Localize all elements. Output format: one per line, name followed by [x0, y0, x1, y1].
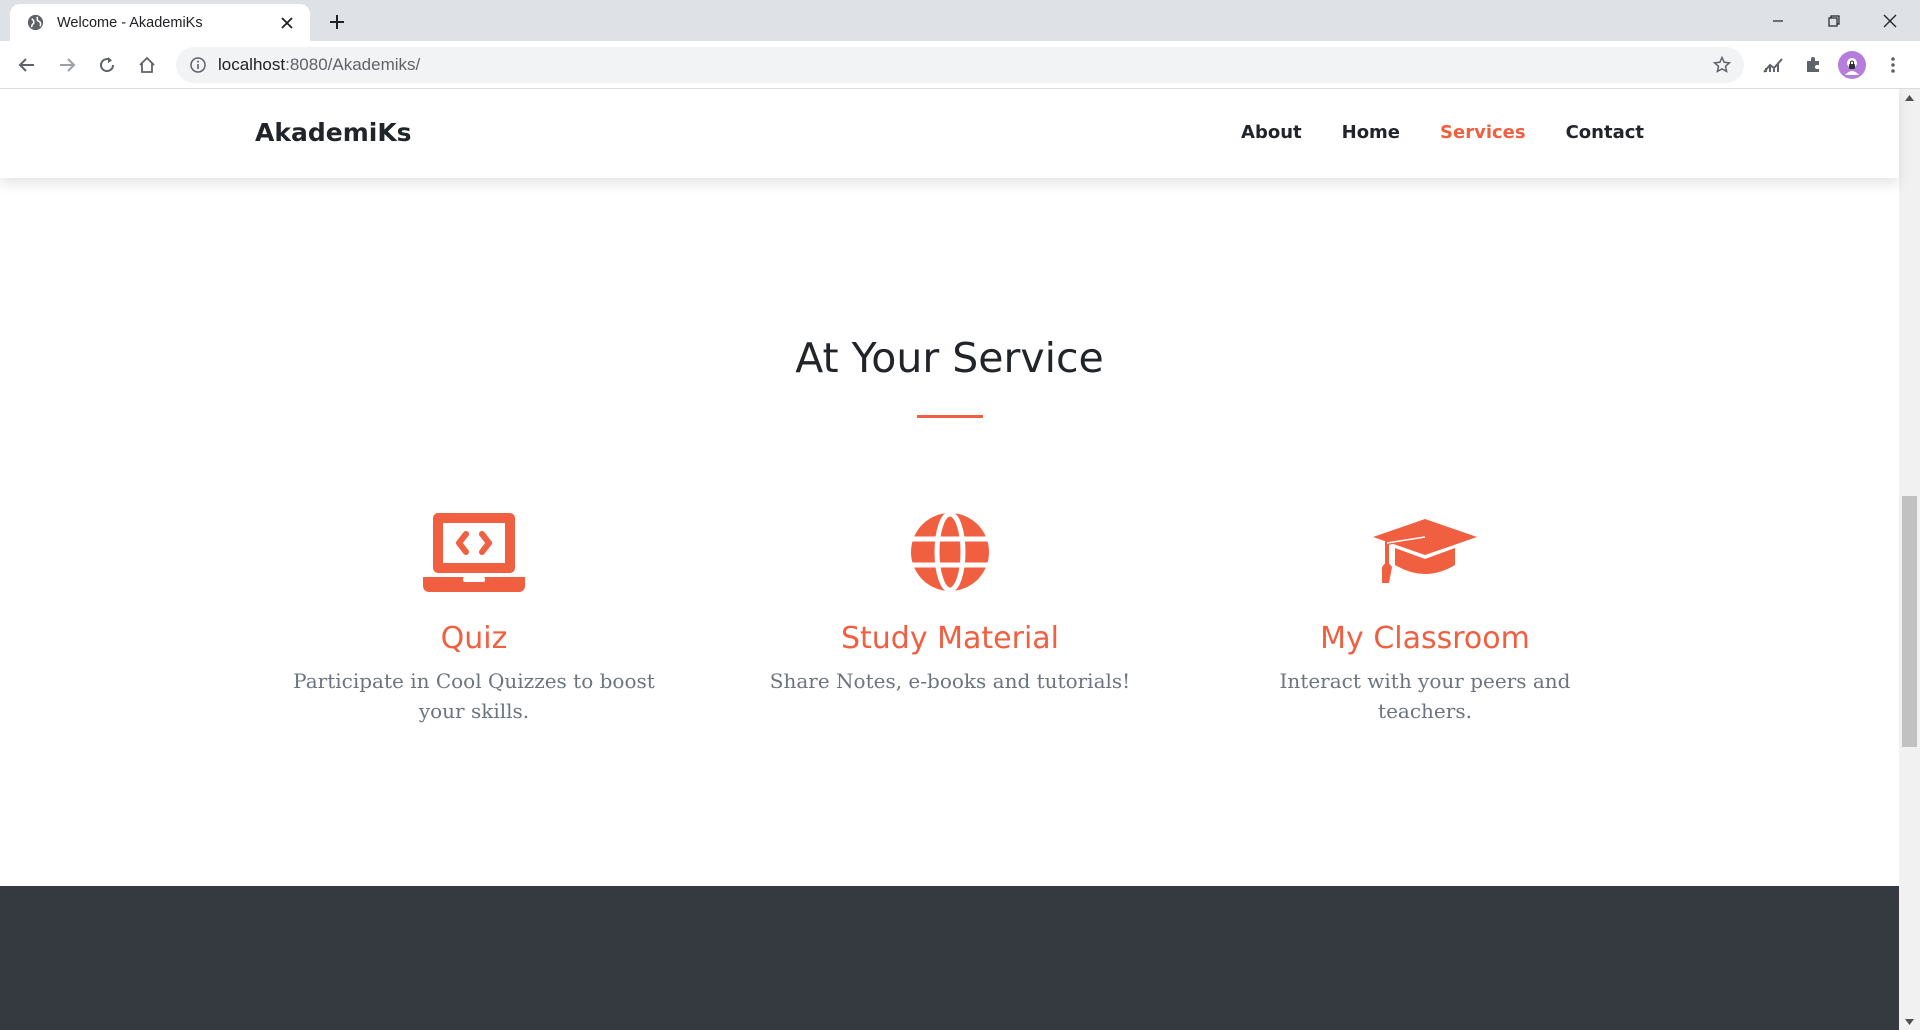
nav-link-home[interactable]: Home: [1342, 122, 1400, 143]
globe-favicon-icon: [26, 13, 45, 32]
nav-links: About Home Services Contact: [1241, 122, 1644, 143]
site-navbar: AkademiKs About Home Services Contact: [0, 89, 1899, 178]
url-host: localhost: [218, 55, 286, 74]
service-my-classroom: My Classroom Interact with your peers an…: [1185, 509, 1665, 726]
service-quiz: Quiz Participate in Cool Quizzes to boos…: [234, 509, 714, 726]
tab-title: Welcome - AkademiKs: [57, 14, 203, 31]
globe-icon: [895, 509, 1005, 595]
minimize-icon[interactable]: [1750, 0, 1806, 41]
nav-link-about[interactable]: About: [1241, 122, 1302, 143]
service-study-material: Study Material Share Notes, e-books and …: [710, 509, 1190, 696]
graduation-cap-icon: [1370, 509, 1480, 595]
scrollbar-thumb[interactable]: [1902, 496, 1917, 747]
close-window-icon[interactable]: [1862, 0, 1918, 41]
browser-menu-icon[interactable]: [1880, 52, 1906, 78]
dark-footer-section: [0, 886, 1899, 1030]
page-viewport: AkademiKs About Home Services Contact At…: [0, 89, 1920, 1030]
extension-chart-icon[interactable]: [1760, 52, 1786, 78]
close-icon[interactable]: [276, 12, 298, 34]
browser-tabstrip: Welcome - AkademiKs: [0, 0, 1920, 41]
bookmark-star-icon[interactable]: [1710, 53, 1734, 77]
service-description: Participate in Cool Quizzes to boost you…: [293, 669, 655, 723]
restore-icon[interactable]: [1806, 0, 1862, 41]
scroll-up-arrow-icon[interactable]: [1899, 89, 1920, 106]
service-heading: Quiz: [440, 621, 508, 656]
service-heading: My Classroom: [1320, 621, 1530, 656]
nav-link-contact[interactable]: Contact: [1566, 122, 1644, 143]
url-path: :8080/Akademiks/: [285, 55, 421, 74]
new-tab-button[interactable]: [323, 8, 351, 36]
brand-logo[interactable]: AkademiKs: [255, 118, 412, 147]
address-bar[interactable]: localhost:8080/Akademiks/: [176, 47, 1744, 83]
web-page: AkademiKs About Home Services Contact At…: [0, 89, 1899, 1030]
laptop-code-icon: [419, 509, 529, 595]
info-icon[interactable]: [188, 55, 208, 75]
url-text[interactable]: localhost:8080/Akademiks/: [218, 55, 420, 75]
scroll-down-arrow-icon[interactable]: [1899, 1013, 1920, 1030]
extensions-puzzle-icon[interactable]: [1800, 52, 1826, 78]
section-title: At Your Service: [795, 334, 1104, 382]
home-icon[interactable]: [132, 50, 162, 80]
service-heading: Study Material: [840, 621, 1060, 656]
profile-avatar[interactable]: [1838, 51, 1866, 79]
page-scrollbar[interactable]: [1899, 89, 1920, 1030]
browser-tab[interactable]: Welcome - AkademiKs: [10, 4, 310, 41]
title-divider: [917, 415, 983, 418]
forward-arrow-icon[interactable]: [52, 50, 82, 80]
browser-toolbar: localhost:8080/Akademiks/: [0, 41, 1920, 89]
service-description: Share Notes, e-books and tutorials!: [769, 669, 1131, 693]
service-description: Interact with your peers and teachers.: [1279, 669, 1571, 723]
reload-icon[interactable]: [92, 50, 122, 80]
nav-link-services[interactable]: Services: [1440, 122, 1526, 143]
back-arrow-icon[interactable]: [12, 50, 42, 80]
